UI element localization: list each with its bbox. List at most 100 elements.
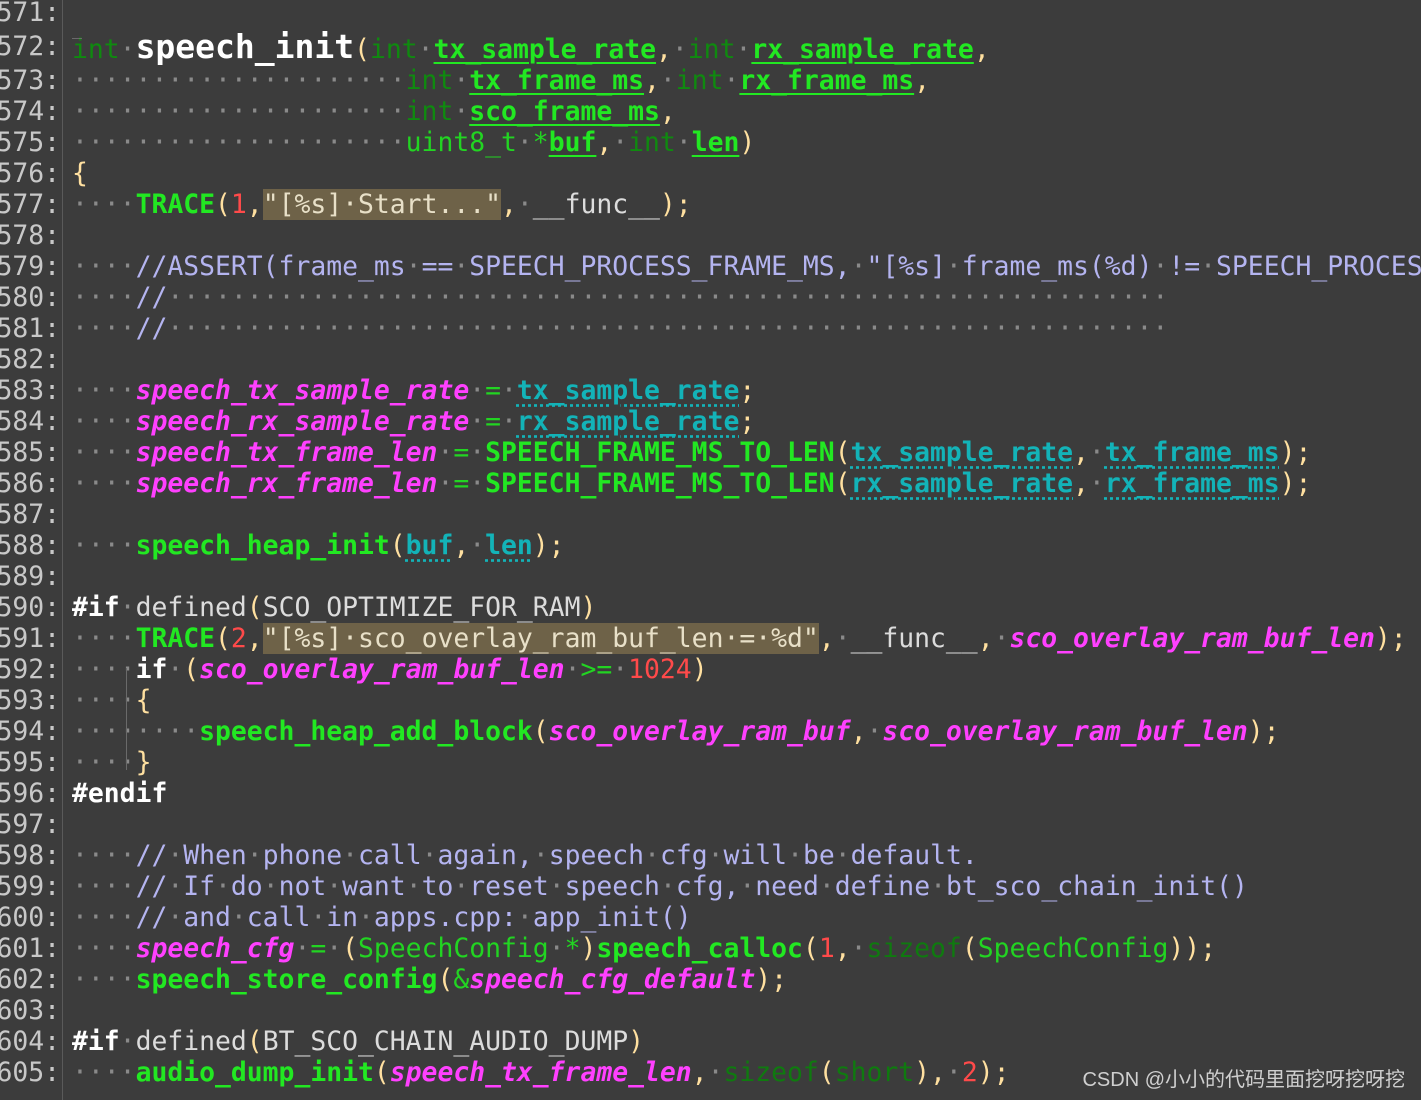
code-line[interactable]: 591: ····TRACE(2,"[%s]·sco_overlay_ram_bu…: [0, 623, 1421, 654]
token-kw: int: [405, 65, 454, 96]
code-line[interactable]: 571:: [0, 0, 1421, 28]
code-line[interactable]: 595: ····}: [0, 747, 1421, 778]
code-line[interactable]: 587:: [0, 499, 1421, 530]
code-line[interactable]: 603:: [0, 995, 1421, 1026]
token-punc: ): [628, 1026, 645, 1057]
token-op: =: [453, 437, 470, 468]
token-ws: ····: [72, 964, 136, 995]
token-comment: speech: [564, 871, 660, 902]
code-line[interactable]: 596: #endif: [0, 778, 1421, 809]
code-line[interactable]: 599: ····//·If·do·not·want·to·reset·speec…: [0, 871, 1421, 902]
token-ws: ·: [945, 251, 962, 282]
token-global: speech_tx_sample_rate: [135, 375, 470, 406]
token-param: tx_frame_ms: [469, 65, 645, 96]
code-line[interactable]: 575: ·····················uint8_t·*buf,·i…: [0, 127, 1421, 158]
line-code: ····//·If·do·not·want·to·reset·speech·cf…: [72, 871, 1248, 902]
token-ws: ·: [1152, 251, 1169, 282]
token-global: speech_rx_sample_rate: [135, 406, 470, 437]
code-line[interactable]: 597:: [0, 809, 1421, 840]
code-line[interactable]: 598: ····//·When·phone·call·again,·speech…: [0, 840, 1421, 871]
line-code: #if·defined(BT_SCO_CHAIN_AUDIO_DUMP): [72, 1026, 644, 1057]
code-line[interactable]: 573: ·····················int·tx_frame_ms…: [0, 65, 1421, 96]
code-line[interactable]: 583: ····speech_tx_sample_rate·=·tx_sampl…: [0, 375, 1421, 406]
code-line[interactable]: 602: ····speech_store_config(&speech_cfg_…: [0, 964, 1421, 995]
token-kw: int: [675, 65, 724, 96]
token-punc: (: [354, 34, 370, 65]
token-ws: ·: [516, 127, 533, 158]
line-number: 600:: [0, 902, 60, 933]
token-punc: ): [580, 933, 597, 964]
line-code: ····speech_tx_frame_len·=·SPEECH_FRAME_M…: [72, 437, 1311, 468]
token-ws: ·: [707, 840, 724, 871]
code-line[interactable]: 582:: [0, 344, 1421, 375]
token-global: speech_cfg: [135, 933, 295, 964]
code-line[interactable]: 601: ····speech_cfg·=·(SpeechConfig·*)spe…: [0, 933, 1421, 964]
code-line[interactable]: 594: ········speech_heap_add_block(sco_ov…: [0, 716, 1421, 747]
token-arg: tx_frame_ms: [1104, 437, 1280, 468]
code-line[interactable]: 600: ····//·and·call·in·apps.cpp:·app_ini…: [0, 902, 1421, 933]
token-param: tx_sample_rate: [433, 34, 657, 65]
code-line[interactable]: 580: ····//······························…: [0, 282, 1421, 313]
token-ws: ·: [421, 840, 438, 871]
token-ws: ·: [405, 251, 422, 282]
token-comment: call: [358, 840, 422, 871]
token-ws: ·: [1088, 437, 1105, 468]
token-ws: ····: [72, 189, 136, 220]
token-ws: ·: [850, 933, 867, 964]
token-macro: TRACE: [135, 189, 216, 220]
token-comment: default.: [850, 840, 978, 871]
code-line[interactable]: 604: #if·defined(BT_SCO_CHAIN_AUDIO_DUMP): [0, 1026, 1421, 1057]
code-line[interactable]: 586: ····speech_rx_frame_len·=·SPEECH_FRA…: [0, 468, 1421, 499]
token-punc: ,: [246, 189, 263, 220]
token-punc: );: [1247, 716, 1280, 747]
code-line[interactable]: 592: ····if·(sco_overlay_ram_buf_len·>=·1…: [0, 654, 1421, 685]
token-ws: ·: [644, 840, 660, 871]
code-line[interactable]: 576: {: [0, 158, 1421, 189]
code-line[interactable]: 585: ····speech_tx_frame_len·=·SPEECH_FRA…: [0, 437, 1421, 468]
code-line[interactable]: 572: int·speech_init(int·tx_sample_rate,·…: [0, 30, 1421, 65]
token-ws: ····: [72, 406, 136, 437]
token-arg: rx_frame_ms: [1104, 468, 1280, 499]
token-fn: speech_store_config: [135, 964, 438, 995]
code-line[interactable]: 577: ····TRACE(1,"[%s]·Start...",·__func_…: [0, 189, 1421, 220]
token-num: 2: [230, 623, 247, 654]
code-line[interactable]: 590: #if·defined(SCO_OPTIMIZE_FOR_RAM): [0, 592, 1421, 623]
code-line[interactable]: 581: ····//······························…: [0, 313, 1421, 344]
code-line[interactable]: 579: ····//ASSERT(frame_ms·==·SPEECH_PROC…: [0, 251, 1421, 282]
token-punc: (: [215, 623, 231, 654]
line-number: 599:: [0, 871, 60, 902]
token-punc: ,: [644, 65, 660, 96]
token-ws: ····: [72, 282, 136, 313]
token-ws: ·: [405, 871, 422, 902]
code-editor[interactable]: 571: 572: int·speech_init(int·tx_sample_ra…: [0, 0, 1421, 1100]
code-line[interactable]: 584: ····speech_rx_sample_rate·=·rx_sampl…: [0, 406, 1421, 437]
line-number: 584:: [0, 406, 60, 437]
token-comment: again,: [437, 840, 533, 871]
line-code: ····TRACE(1,"[%s]·Start...",·__func__);: [72, 189, 692, 220]
line-code: ····//ASSERT(frame_ms·==·SPEECH_PROCESS_…: [72, 251, 1421, 282]
code-line[interactable]: 589:: [0, 561, 1421, 592]
token-pp: if: [135, 654, 168, 685]
watermark: CSDN @小小的代码里面挖呀挖呀挖: [1082, 1069, 1405, 1091]
token-ws: ·: [262, 871, 279, 902]
token-fn: speech_heap_add_block: [199, 716, 533, 747]
code-line[interactable]: 578:: [0, 220, 1421, 251]
code-line[interactable]: 574: ·····················int·sco_frame_m…: [0, 96, 1421, 127]
token-ws: ·····················: [72, 65, 406, 96]
token-comment: be: [802, 840, 835, 871]
token-param: rx_frame_ms: [739, 65, 915, 96]
line-number: 586:: [0, 468, 60, 499]
token-ws: ·: [326, 871, 343, 902]
code-line[interactable]: 593: ····{: [0, 685, 1421, 716]
code-line[interactable]: 588: ····speech_heap_init(buf,·len);: [0, 530, 1421, 561]
token-param: sco_frame_ms: [469, 96, 660, 127]
token-punc: (: [818, 1057, 835, 1088]
token-plain: __func__: [532, 189, 660, 220]
token-ws: ·: [119, 1026, 136, 1057]
line-number: 576:: [0, 158, 60, 189]
token-fn: speech_calloc: [596, 933, 803, 964]
token-op: *: [564, 933, 581, 964]
token-fn: audio_dump_init: [135, 1057, 374, 1088]
token-param: buf: [548, 127, 597, 158]
token-comment: SPEECH_PROCESS: [1216, 251, 1421, 282]
